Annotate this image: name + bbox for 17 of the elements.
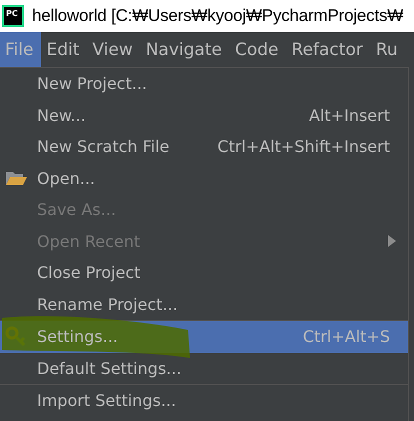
menu-item[interactable]: Open...: [0, 162, 408, 194]
menu-item[interactable]: Default Settings...: [0, 352, 408, 384]
app-icon: PC: [2, 5, 24, 27]
folder-icon: [5, 170, 27, 186]
menu-item[interactable]: New Project...: [0, 68, 408, 100]
window-title: helloworld [C:₩Users₩kyooj₩PycharmProjects₩: [32, 6, 404, 26]
menu-item[interactable]: Rename Project...: [0, 288, 408, 320]
menu-item[interactable]: Import Settings...: [0, 385, 408, 416]
menu-bar-item[interactable]: Ru: [370, 32, 406, 67]
menu-item[interactable]: Close Project: [0, 257, 408, 288]
menu-bar-item[interactable]: Code: [230, 32, 287, 67]
menu-bar-item[interactable]: Refactor: [286, 32, 371, 67]
menu-bar-item[interactable]: View: [87, 32, 141, 67]
menu-bar-item[interactable]: Navigate: [140, 32, 230, 67]
menu-item[interactable]: New Scratch File Ctrl+Alt+Shift+Insert: [0, 131, 408, 162]
menu-bar-item[interactable]: Edit: [41, 32, 88, 67]
menu-item[interactable]: New... Alt+Insert: [0, 100, 408, 131]
